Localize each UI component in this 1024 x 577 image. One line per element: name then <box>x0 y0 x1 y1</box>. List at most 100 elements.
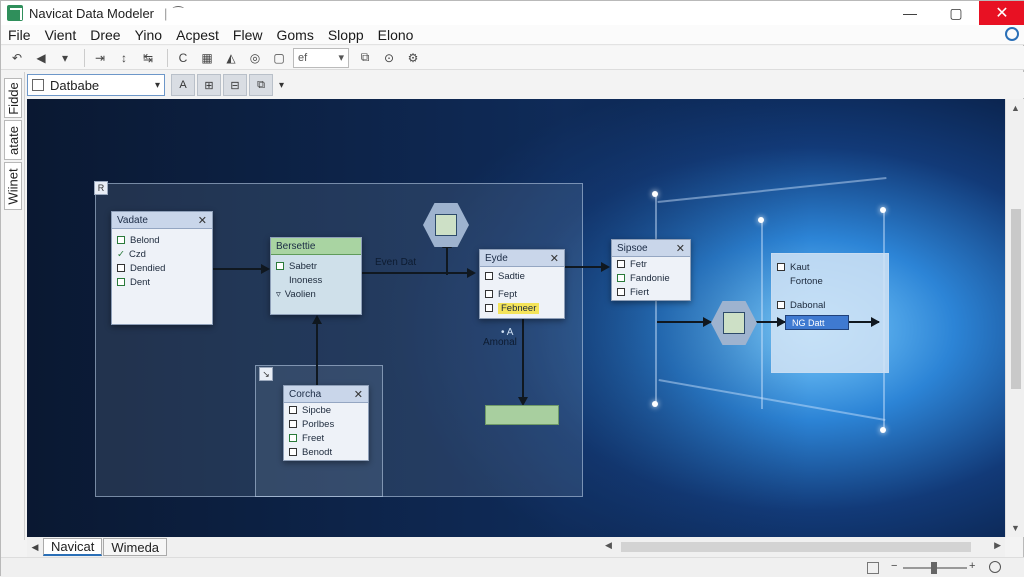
tab-data[interactable]: atate <box>4 120 22 160</box>
entity-right[interactable]: Sipsoe ✕ Fetr Fandonie Fiert <box>611 239 691 301</box>
scroll-thumb[interactable] <box>1011 209 1021 389</box>
entity-field[interactable]: Fept <box>480 287 564 301</box>
close-icon[interactable]: ✕ <box>550 252 559 265</box>
entity-field[interactable]: Inoness <box>271 273 361 287</box>
gear-icon[interactable]: ⚙ <box>403 48 423 68</box>
entity-field[interactable]: Sadtie <box>480 269 564 283</box>
delete-icon[interactable]: ▢ <box>269 48 289 68</box>
entity-field[interactable]: Fetr <box>612 257 690 271</box>
entity-green[interactable]: Bersettie Sabetr Inoness ▿ Vaolien <box>270 237 362 315</box>
entity-field[interactable]: Sipcbe <box>284 403 368 417</box>
glass-panel[interactable]: Kaut Fortone Dabonal <box>771 253 889 373</box>
menu-item-file[interactable]: File <box>1 27 38 43</box>
tab-scroll-left-icon[interactable]: ◀ <box>27 542 43 553</box>
checkbox[interactable] <box>289 434 297 442</box>
entity-field[interactable]: Belond <box>112 233 212 247</box>
zoom-slider-thumb[interactable] <box>931 562 937 574</box>
diagram-canvas[interactable]: Kaut Fortone Dabonal R ↘ NG Datt Even Da… <box>27 99 1005 537</box>
copy-icon[interactable]: ⧉ <box>355 48 375 68</box>
layer-tool-button[interactable]: ⧉ <box>249 74 273 96</box>
checkbox[interactable] <box>117 264 125 272</box>
checkbox[interactable] <box>485 290 493 298</box>
minimize-button[interactable]: — <box>887 1 933 25</box>
view-tool-button[interactable]: ⊟ <box>223 74 247 96</box>
menu-item-window[interactable]: Yino <box>128 27 170 43</box>
selected-link-bar[interactable]: NG Datt <box>785 315 849 330</box>
scroll-up-icon[interactable]: ▲ <box>1011 103 1020 113</box>
checkbox[interactable] <box>289 448 297 456</box>
checkbox[interactable] <box>289 420 297 428</box>
scroll-down-icon[interactable]: ▼ <box>1011 523 1020 533</box>
zoom-fit-icon[interactable] <box>989 561 1001 573</box>
undo-button[interactable]: ↶ <box>7 48 27 68</box>
note-block[interactable] <box>485 405 559 425</box>
checkbox[interactable] <box>289 406 297 414</box>
checkbox[interactable] <box>777 301 785 309</box>
menu-item-flow[interactable]: Flew <box>226 27 270 43</box>
tab-navicat[interactable]: Navicat <box>43 538 103 556</box>
tab-fields[interactable]: Fidde <box>4 78 22 118</box>
maximize-button[interactable]: ▢ <box>933 1 979 25</box>
quick-access-icon[interactable]: ⁀ <box>173 6 183 20</box>
checkbox[interactable] <box>617 274 625 282</box>
horizontal-scrollbar[interactable]: ◀ ▶ <box>605 540 1001 554</box>
menu-item-help[interactable]: Elono <box>371 27 421 43</box>
tab-window[interactable]: Wiinet <box>4 162 22 210</box>
entity-bottom[interactable]: Corcha ✕ Sipcbe Porlbes Freet Benodt <box>283 385 369 461</box>
entity-field[interactable]: ▿ Vaolien <box>271 287 361 301</box>
menu-item-view[interactable]: Vient <box>38 27 84 43</box>
checkbox[interactable] <box>485 272 493 280</box>
entity-field[interactable]: Benodt <box>284 445 368 459</box>
frame-corner[interactable]: ↘ <box>259 367 273 381</box>
target-icon[interactable]: ◎ <box>245 48 265 68</box>
back-button[interactable]: ◀ <box>31 48 51 68</box>
checkbox[interactable] <box>485 304 493 312</box>
insert-icon[interactable]: ⇥ <box>90 48 110 68</box>
vertical-scrollbar[interactable]: ▲ ▼ <box>1005 99 1024 537</box>
entity-field[interactable]: Fiert <box>612 285 690 299</box>
entity-field[interactable]: Fandonie <box>612 271 690 285</box>
entity-field[interactable]: Sabetr <box>271 259 361 273</box>
checkbox[interactable] <box>276 262 284 270</box>
close-icon[interactable]: ✕ <box>676 242 685 255</box>
account-icon[interactable] <box>1005 27 1019 41</box>
zoom-out-icon[interactable]: − <box>891 560 897 572</box>
entity-field[interactable]: Porlbes <box>284 417 368 431</box>
entity-field[interactable]: Dendied <box>112 261 212 275</box>
entity-field[interactable]: Febneer <box>480 301 564 315</box>
checkbox[interactable] <box>617 260 625 268</box>
database-select[interactable]: Datbabe ▾ <box>27 74 165 96</box>
close-icon[interactable]: ✕ <box>354 388 363 401</box>
close-icon[interactable]: ✕ <box>198 214 207 227</box>
text-tool-button[interactable]: A <box>171 74 195 96</box>
entity-mid[interactable]: Eyde ✕ Sadtie Fept Febneer <box>479 249 565 319</box>
entity-field[interactable]: ✓ Czd <box>112 247 212 261</box>
shape-icon[interactable]: ◭ <box>221 48 241 68</box>
menu-item-tools[interactable]: Goms <box>269 27 320 43</box>
menu-item-arrange[interactable]: Acpest <box>169 27 226 43</box>
zoom-in-icon[interactable]: + <box>969 560 975 572</box>
close-button[interactable]: ✕ <box>979 1 1024 25</box>
entity-vendor[interactable]: Vadate ✕ Belond ✓ Czd Dendied Dent <box>111 211 213 325</box>
entity-field[interactable]: Dent <box>112 275 212 289</box>
dropdown-icon[interactable]: ▾ <box>55 48 75 68</box>
menu-item-diagram[interactable]: Dree <box>83 27 127 43</box>
chevron-down-icon[interactable]: ▾ <box>279 80 284 91</box>
grid-icon[interactable]: ▦ <box>197 48 217 68</box>
checkbox[interactable] <box>117 236 125 244</box>
align-icon[interactable]: ↹ <box>138 48 158 68</box>
checkbox[interactable] <box>777 263 785 271</box>
frame-corner[interactable]: R <box>94 181 108 195</box>
zoom-select[interactable]: ef ▾ <box>293 47 349 68</box>
tab-wimeda[interactable]: Wimeda <box>103 538 168 556</box>
entity-field[interactable]: Freet <box>284 431 368 445</box>
scroll-right-icon[interactable]: ▶ <box>994 540 1001 551</box>
resize-icon[interactable]: ↕ <box>114 48 134 68</box>
checkbox[interactable] <box>117 278 125 286</box>
scroll-left-icon[interactable]: ◀ <box>605 540 612 551</box>
grid-toggle-icon[interactable] <box>867 562 879 574</box>
view-icon[interactable]: ⊙ <box>379 48 399 68</box>
menu-item-shop[interactable]: Slopp <box>321 27 371 43</box>
table-tool-button[interactable]: ⊞ <box>197 74 221 96</box>
scroll-thumb[interactable] <box>621 542 971 552</box>
